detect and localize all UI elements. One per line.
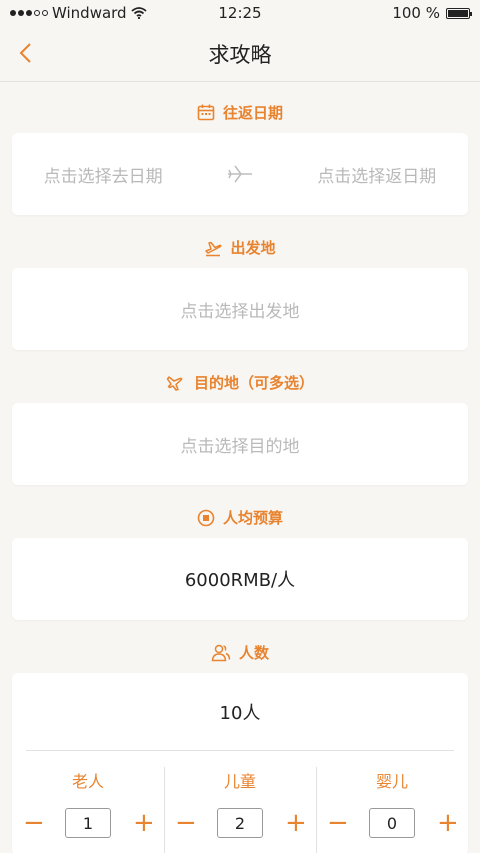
people-heading-label: 人数 xyxy=(238,644,269,662)
count-value[interactable]: 2 xyxy=(217,808,263,838)
back-button[interactable] xyxy=(10,38,40,68)
budget-heading-label: 人均预算 xyxy=(222,509,283,527)
plane-takeoff-icon xyxy=(205,241,222,256)
destination-heading-label: 目的地（可多选） xyxy=(193,374,314,392)
increment-button[interactable]: + xyxy=(133,810,155,836)
plane-icon xyxy=(227,165,252,183)
battery-area: 100 % xyxy=(392,4,472,22)
count-value[interactable]: 1 xyxy=(65,808,111,838)
group-label: 婴儿 xyxy=(375,772,408,791)
budget-value[interactable]: 6000RMB/人 xyxy=(185,566,295,592)
group-elderly: 老人 − 1 + xyxy=(12,751,164,853)
origin-heading-label: 出发地 xyxy=(230,239,276,257)
budget-icon xyxy=(197,509,215,526)
people-heading: 人数 xyxy=(0,642,480,663)
people-card: 10人 老人 − 1 + 儿童 − 2 + 婴儿 − 0 + xyxy=(12,673,468,853)
battery-icon xyxy=(446,7,472,19)
decrement-button[interactable]: − xyxy=(327,810,349,836)
people-icon xyxy=(211,644,231,661)
group-infants: 婴儿 − 0 + xyxy=(316,751,468,853)
dates-card: 点击选择去日期 点击选择返日期 xyxy=(12,133,468,215)
decrement-button[interactable]: − xyxy=(175,810,197,836)
decrement-button[interactable]: − xyxy=(23,810,45,836)
quantity-stepper: − 0 + xyxy=(327,808,459,838)
destination-heading: 目的地（可多选） xyxy=(0,372,480,393)
destination-card[interactable]: 点击选择目的地 xyxy=(12,403,468,485)
battery-percent: 100 % xyxy=(392,4,440,22)
increment-button[interactable]: + xyxy=(437,810,459,836)
status-bar: Windward 12:25 100 % xyxy=(0,0,480,26)
plane-landing-icon xyxy=(166,375,183,391)
dates-heading: 往返日期 xyxy=(0,102,480,123)
destination-picker[interactable]: 点击选择目的地 xyxy=(181,432,300,457)
people-total-row: 10人 xyxy=(26,673,454,751)
quantity-stepper: − 1 + xyxy=(23,808,155,838)
carrier-name: Windward xyxy=(52,4,127,22)
group-label: 老人 xyxy=(71,772,104,791)
depart-date-picker[interactable]: 点击选择去日期 xyxy=(44,162,163,187)
origin-picker[interactable]: 点击选择出发地 xyxy=(181,297,300,322)
people-groups: 老人 − 1 + 儿童 − 2 + 婴儿 − 0 + xyxy=(12,751,468,853)
carrier-area: Windward xyxy=(10,4,147,22)
dates-heading-label: 往返日期 xyxy=(222,104,283,122)
origin-card[interactable]: 点击选择出发地 xyxy=(12,268,468,350)
nav-bar: 求攻略 xyxy=(0,26,480,82)
count-value[interactable]: 0 xyxy=(369,808,415,838)
page-title: 求攻略 xyxy=(208,42,272,67)
return-date-picker[interactable]: 点击选择返日期 xyxy=(317,162,436,187)
group-children: 儿童 − 2 + xyxy=(164,751,316,853)
signal-icon xyxy=(10,10,48,16)
budget-heading: 人均预算 xyxy=(0,507,480,528)
wifi-icon xyxy=(131,7,147,19)
increment-button[interactable]: + xyxy=(285,810,307,836)
origin-heading: 出发地 xyxy=(0,237,480,258)
quantity-stepper: − 2 + xyxy=(175,808,307,838)
calendar-icon xyxy=(197,104,215,121)
chevron-left-icon xyxy=(19,43,31,63)
budget-card[interactable]: 6000RMB/人 xyxy=(12,538,468,620)
group-label: 儿童 xyxy=(223,772,256,791)
people-total[interactable]: 10人 xyxy=(220,699,261,725)
